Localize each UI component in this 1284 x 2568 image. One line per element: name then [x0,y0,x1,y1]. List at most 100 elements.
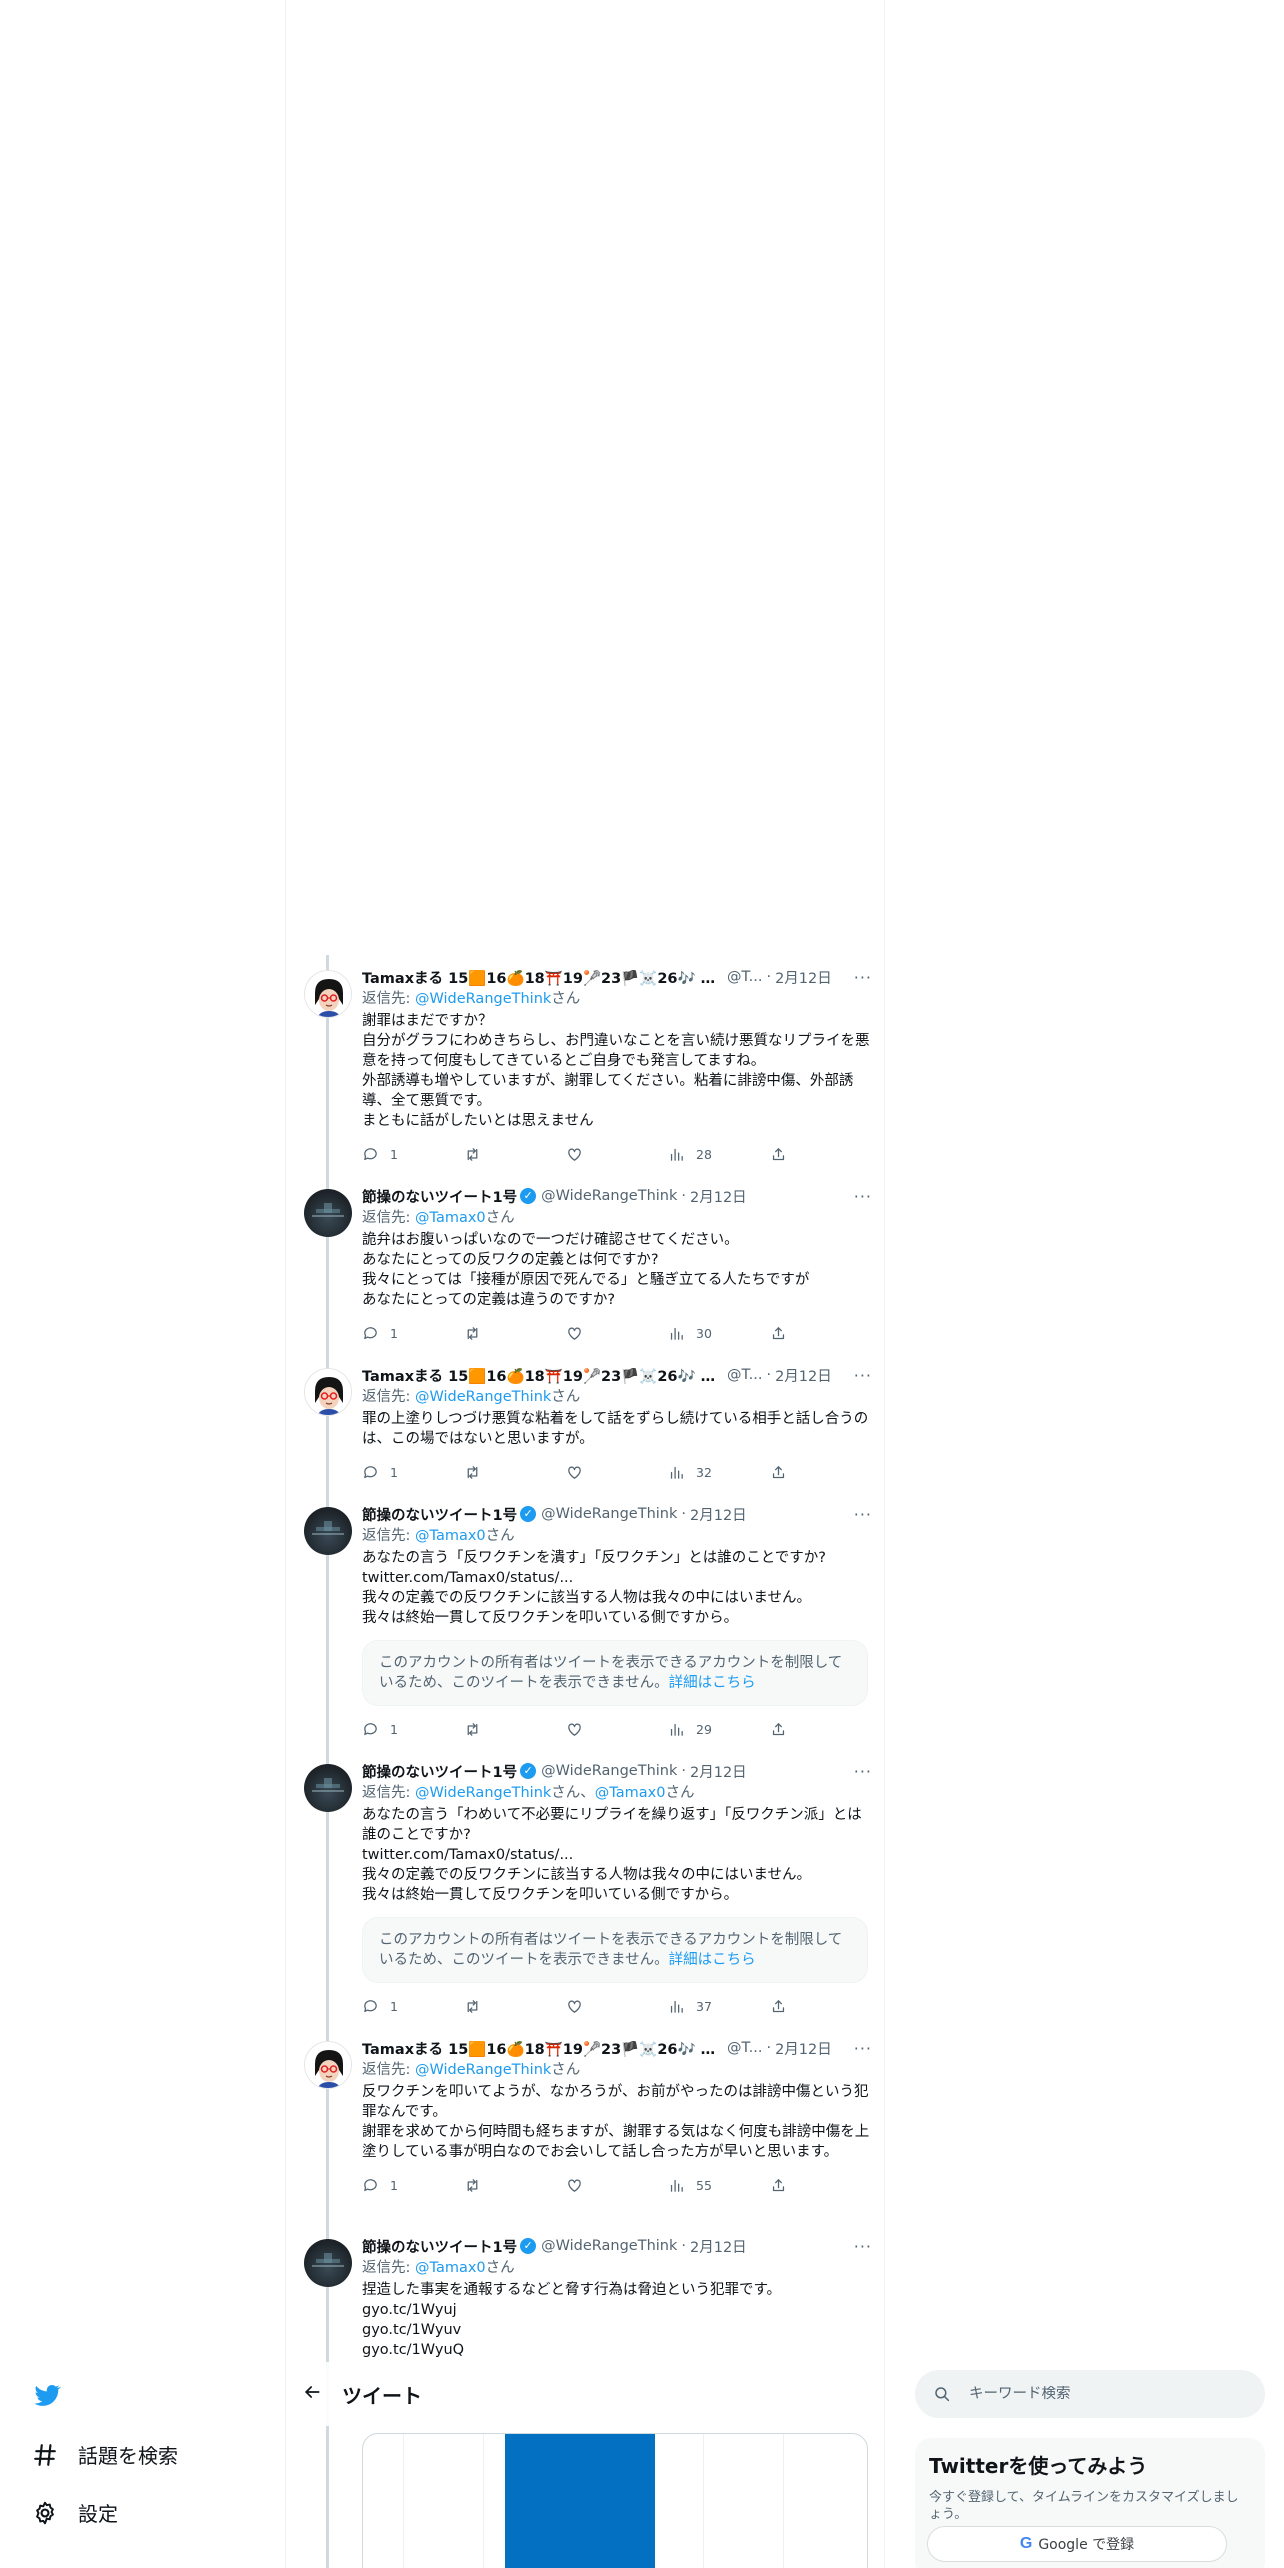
like-button[interactable] [566,2177,668,2194]
retweet-icon [467,1722,478,1736]
hashtag-icon [34,2443,56,2466]
more-icon[interactable]: ··· [842,1505,872,1524]
search-input[interactable] [969,2386,1229,2402]
avatar[interactable] [304,1368,352,1416]
reply-button[interactable]: 1 [362,1464,464,1481]
tweet-date[interactable]: 2月12日 [775,967,832,988]
reply-icon [364,1147,377,1160]
tweet-date[interactable]: 2月12日 [690,1186,747,1207]
author-handle[interactable]: @WideRangeThink [541,1188,677,1204]
search-box[interactable] [915,2370,1265,2418]
author-handle[interactable]: @WideRangeThink [541,1506,677,1522]
author-handle[interactable]: @T... [727,2040,762,2056]
avatar[interactable] [304,1764,352,1812]
reply-mention[interactable]: @WideRangeThink [415,1389,551,1405]
google-signup-button[interactable]: G Google で登録 [927,2526,1227,2562]
avatar[interactable] [304,970,352,1018]
avatar[interactable] [304,2239,352,2287]
tweet-url[interactable]: twitter.com/Tamax0/status/... [362,1845,872,1865]
reply-button[interactable]: 1 [362,1721,464,1738]
reply-button[interactable]: 1 [362,2177,464,2194]
tweet-date[interactable]: 2月12日 [775,1365,832,1386]
reply-button[interactable]: 1 [362,1146,464,1163]
author-name[interactable]: 節操のないツイート1号 [362,1504,517,1525]
nav-explore-label: 話題を検索 [78,2444,178,2468]
tweet-date[interactable]: 2月12日 [690,1504,747,1525]
retweet-button[interactable] [464,1721,566,1738]
author-handle[interactable]: @WideRangeThink [541,1763,677,1779]
retweet-icon [467,1147,478,1161]
views-button[interactable]: 55 [668,2177,770,2194]
avatar[interactable] [304,2041,352,2089]
reply-prefix: 返信先: [362,1389,415,1405]
author-handle[interactable]: @T... [727,1367,762,1383]
author-handle[interactable]: @WideRangeThink [541,2238,677,2254]
share-button[interactable] [770,1464,872,1481]
tweet-date[interactable]: 2月12日 [775,2038,832,2059]
retweet-button[interactable] [464,1146,566,1163]
share-button[interactable] [770,1721,872,1738]
like-button[interactable] [566,1325,668,1342]
author-name[interactable]: 節操のないツイート1号 [362,1761,517,1782]
back-button[interactable] [286,2382,342,2406]
avatar[interactable] [304,1189,352,1237]
more-icon[interactable]: ··· [842,2237,872,2256]
views-button[interactable]: 29 [668,1721,770,1738]
retweet-button[interactable] [464,1998,566,2015]
views-button[interactable]: 28 [668,1146,770,1163]
more-icon[interactable]: ··· [842,968,872,987]
tweet-link[interactable]: gyo.tc/1WyuQ [362,2340,872,2360]
author-name[interactable]: Tamaxまる 15🟧16🍊18⛩️19🥍23🏴☠️26🎶 3/5... [362,967,722,988]
views-button[interactable]: 30 [668,1325,770,1342]
like-button[interactable] [566,1998,668,2015]
retweet-button[interactable] [464,1464,566,1481]
like-button[interactable] [566,1721,668,1738]
author-name[interactable]: Tamaxまる 15🟧16🍊18⛩️19🥍23🏴☠️26🎶 3/5... [362,1365,722,1386]
reply-mention[interactable]: @Tamax0 [415,1210,486,1226]
share-button[interactable] [770,1146,872,1163]
reply-mention[interactable]: @Tamax0 [415,1528,486,1544]
reply-mention[interactable]: @WideRangeThink [415,991,551,1007]
author-name[interactable]: 節操のないツイート1号 [362,2236,517,2257]
unavailable-quote-notice: このアカウントの所有者はツイートを表示できるアカウントを制限しているため、このツ… [362,1917,868,1983]
nav-settings[interactable]: 設定 [32,2498,118,2527]
more-icon[interactable]: ··· [842,1366,872,1385]
nav-explore[interactable]: 話題を検索 [32,2440,178,2469]
reply-icon [364,1465,377,1478]
share-button[interactable] [770,1325,872,1342]
author-handle[interactable]: @T... [727,969,762,985]
reply-context: 返信先: @WideRangeThinkさん、@Tamax0さん [362,1783,872,1803]
views-count: 37 [696,1998,712,2014]
share-button[interactable] [770,1998,872,2015]
learn-more-link[interactable]: 詳細はこちら [669,1952,756,1968]
share-button[interactable] [770,2177,872,2194]
more-icon[interactable]: ··· [842,1762,872,1781]
reply-button[interactable]: 1 [362,1998,464,2015]
tweet-link[interactable]: gyo.tc/1Wyuv [362,2320,872,2340]
views-button[interactable]: 32 [668,1464,770,1481]
twitter-logo[interactable] [32,2380,62,2414]
author-name[interactable]: 節操のないツイート1号 [362,1186,517,1207]
retweet-button[interactable] [464,1325,566,1342]
tweet-date[interactable]: 2月12日 [690,2236,747,2257]
reply-prefix: 返信先: [362,991,415,1007]
learn-more-link[interactable]: 詳細はこちら [669,1675,756,1691]
reply-mention[interactable]: @Tamax0 [415,2260,486,2276]
like-button[interactable] [566,1146,668,1163]
reply-mention[interactable]: @WideRangeThink [415,2062,551,2078]
like-button[interactable] [566,1464,668,1481]
tweet-date[interactable]: 2月12日 [690,1761,747,1782]
author-name[interactable]: Tamaxまる 15🟧16🍊18⛩️19🥍23🏴☠️26🎶 3/5... [362,2038,722,2059]
more-icon[interactable]: ··· [842,1187,872,1206]
reply-mention[interactable]: @WideRangeThink [415,1785,551,1801]
tweet-link[interactable]: gyo.tc/1Wyuj [362,2300,872,2320]
retweet-button[interactable] [464,2177,566,2194]
views-button[interactable]: 37 [668,1998,770,2015]
reply-button[interactable]: 1 [362,1325,464,1342]
tweet-text: 捏造した事実を通報するなどと脅す行為は脅迫という犯罪です。 [362,2282,782,2298]
tweet-media-image[interactable] [362,2433,868,2568]
reply-mention[interactable]: @Tamax0 [595,1785,666,1801]
more-icon[interactable]: ··· [842,2039,872,2058]
avatar[interactable] [304,1507,352,1555]
tweet-url[interactable]: twitter.com/Tamax0/status/... [362,1568,872,1588]
